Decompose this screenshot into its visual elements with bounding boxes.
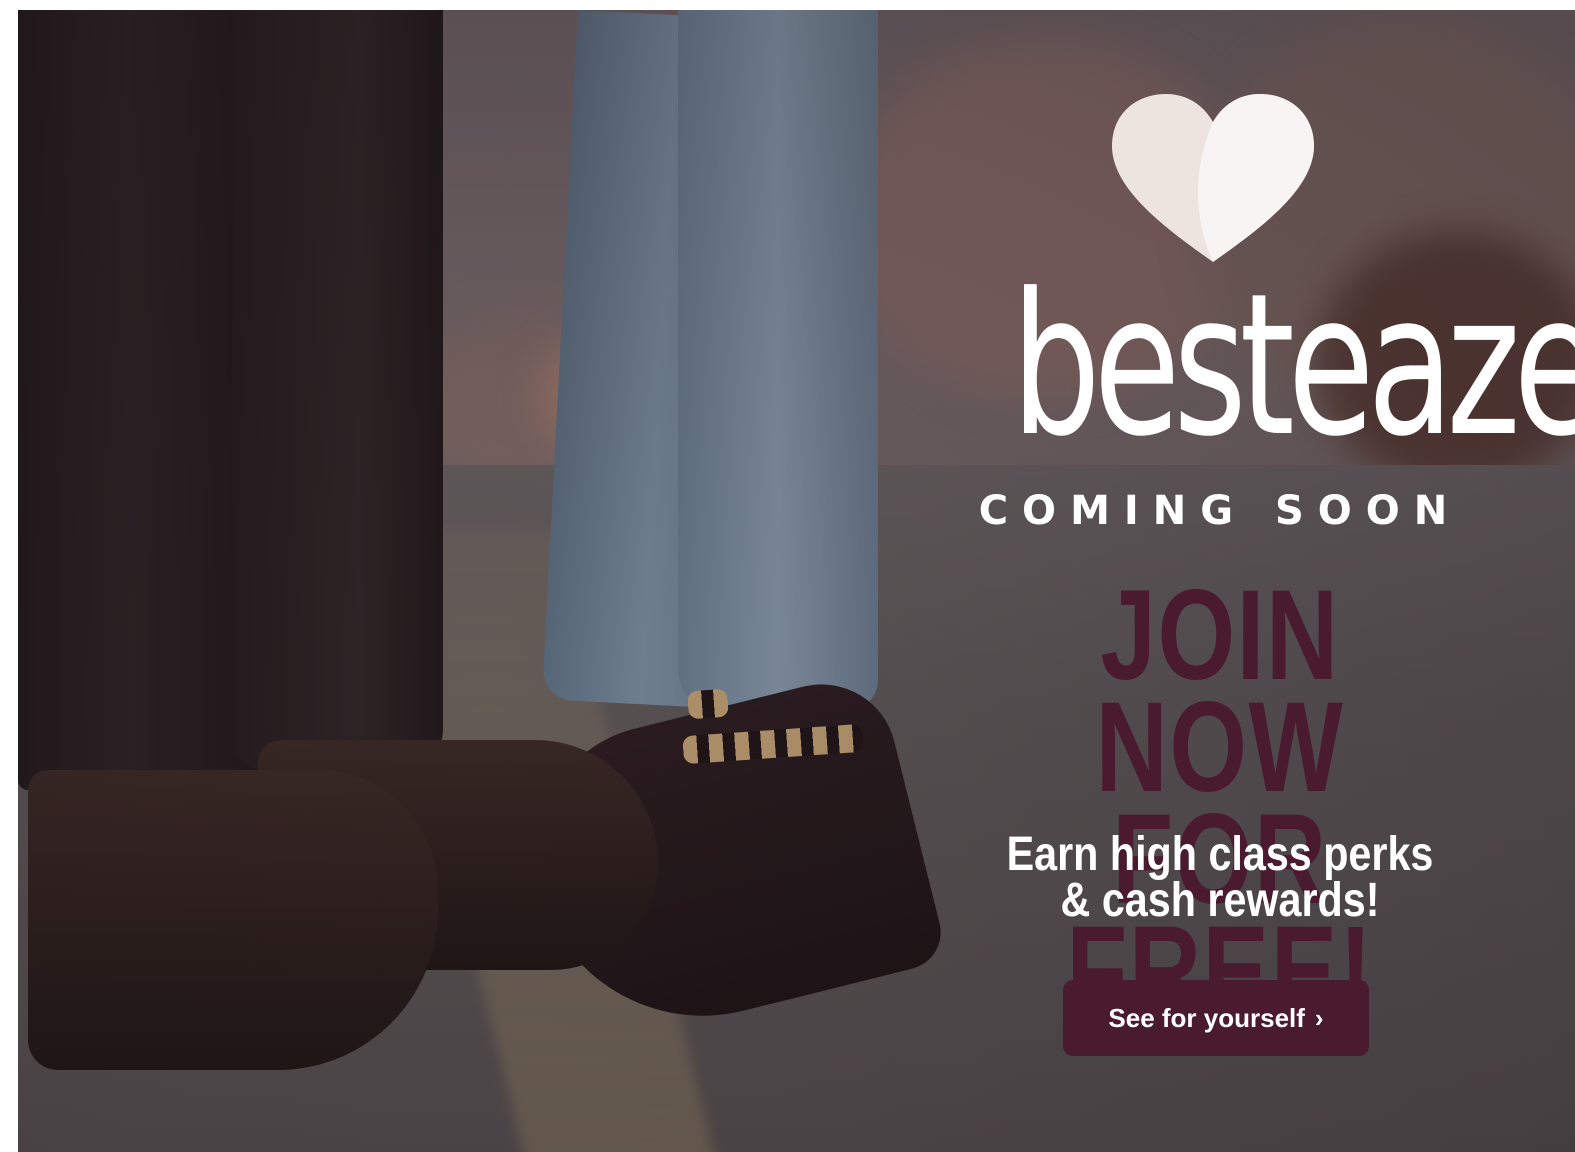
headline-line-1: JOIN NOW — [1095, 564, 1345, 819]
brand-wordmark: besteaze — [1011, 252, 1575, 480]
subheadline-line-1: Earn high class perks — [1006, 828, 1434, 881]
chevron-right-icon: › — [1314, 1002, 1324, 1033]
subheadline-line-2: & cash rewards! — [1060, 874, 1380, 927]
coming-soon-label: COMING SOON — [978, 488, 1462, 534]
subheadline: Earn high class perks & cash rewards! — [996, 828, 1443, 927]
promo-banner: besteaze COMING SOON JOIN NOW FOR FREE! … — [18, 10, 1575, 1152]
headline: JOIN NOW FOR FREE! — [1017, 564, 1423, 1036]
heart-logo-icon — [1112, 94, 1314, 262]
see-for-yourself-button[interactable]: See for yourself › — [1063, 980, 1369, 1056]
cta-label: See for yourself — [1108, 1002, 1305, 1033]
